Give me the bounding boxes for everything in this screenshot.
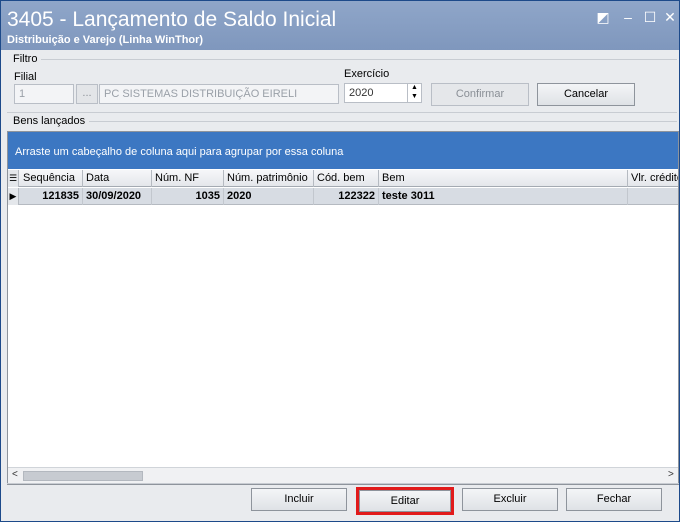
row-indicator-icon: ▶ xyxy=(8,188,19,205)
footer-divider xyxy=(7,483,679,484)
grid-header-row: ☰ Sequência Data Núm. NF Núm. patrimônio… xyxy=(8,170,678,187)
title-bar: 3405 - Lançamento de Saldo Inicial Distr… xyxy=(1,1,679,50)
fechar-button[interactable]: Fechar xyxy=(566,488,662,511)
exercicio-spinner[interactable]: ▲ ▼ xyxy=(407,83,421,103)
window-title: 3405 - Lançamento de Saldo Inicial xyxy=(7,8,337,31)
filtro-group-label: Filtro xyxy=(13,53,38,65)
cancelar-button[interactable]: Cancelar xyxy=(537,83,635,106)
filial-label: Filial xyxy=(14,71,37,83)
close-icon[interactable]: ✕ xyxy=(662,9,678,25)
confirmar-button[interactable]: Confirmar xyxy=(431,83,529,106)
column-header-num-patrimonio[interactable]: Núm. patrimônio xyxy=(224,170,314,187)
scroll-left-icon[interactable]: < xyxy=(12,469,18,480)
column-chooser-icon[interactable]: ☰ xyxy=(8,170,19,187)
fechar-label: Fechar xyxy=(596,493,632,505)
incluir-label: Incluir xyxy=(284,493,314,505)
excluir-label: Excluir xyxy=(493,493,527,505)
exercicio-label: Exercício xyxy=(344,68,390,80)
main-window: 3405 - Lançamento de Saldo Inicial Distr… xyxy=(0,0,680,522)
column-header-num-nf[interactable]: Núm. NF xyxy=(152,170,224,187)
filtro-divider xyxy=(41,59,677,60)
horizontal-scrollbar[interactable]: < > xyxy=(8,467,678,484)
filial-lookup-button[interactable]: ... xyxy=(76,84,98,104)
group-by-bar[interactable]: Arraste um cabeçalho de coluna aqui para… xyxy=(8,132,678,169)
minimize-icon[interactable]: – xyxy=(620,9,636,25)
cell-sequencia[interactable]: 121835 xyxy=(20,188,83,205)
editar-highlight-box xyxy=(356,487,454,515)
column-header-sequencia[interactable]: Sequência xyxy=(20,170,83,187)
maximize-icon[interactable]: ☐ xyxy=(642,9,658,25)
column-header-data[interactable]: Data xyxy=(83,170,152,187)
bens-group-label: Bens lançados xyxy=(13,115,86,127)
restore-icon[interactable]: ◩ xyxy=(595,9,611,25)
excluir-button[interactable]: Excluir xyxy=(462,488,558,511)
bens-grid: Arraste um cabeçalho de coluna aqui para… xyxy=(7,131,679,485)
cell-bem[interactable]: teste 3011 xyxy=(379,188,628,205)
cancelar-label: Cancelar xyxy=(563,88,609,100)
column-header-cod-bem[interactable]: Cód. bem xyxy=(314,170,379,187)
column-header-bem[interactable]: Bem xyxy=(379,170,628,187)
cell-vlr-credito[interactable] xyxy=(628,188,678,205)
filial-input[interactable]: 1 xyxy=(14,84,74,104)
cell-cod-bem[interactable]: 122322 xyxy=(314,188,379,205)
empresa-field: PC SISTEMAS DISTRIBUIÇÃO EIRELI xyxy=(99,84,339,104)
filtro-bottom-divider xyxy=(7,112,677,113)
window-subtitle: Distribuição e Varejo (Linha WinThor) xyxy=(7,34,204,46)
cell-num-nf[interactable]: 1035 xyxy=(152,188,224,205)
table-row[interactable]: ▶ 121835 30/09/2020 1035 2020 122322 tes… xyxy=(8,188,678,205)
cell-num-patrimonio[interactable]: 2020 xyxy=(224,188,314,205)
scroll-right-icon[interactable]: > xyxy=(668,469,674,480)
bens-divider xyxy=(89,121,677,122)
confirmar-label: Confirmar xyxy=(455,88,505,100)
scrollbar-thumb[interactable] xyxy=(23,471,143,481)
cell-data[interactable]: 30/09/2020 xyxy=(83,188,152,205)
column-header-vlr-credito[interactable]: Vlr. crédito xyxy=(628,170,678,187)
incluir-button[interactable]: Incluir xyxy=(251,488,347,511)
